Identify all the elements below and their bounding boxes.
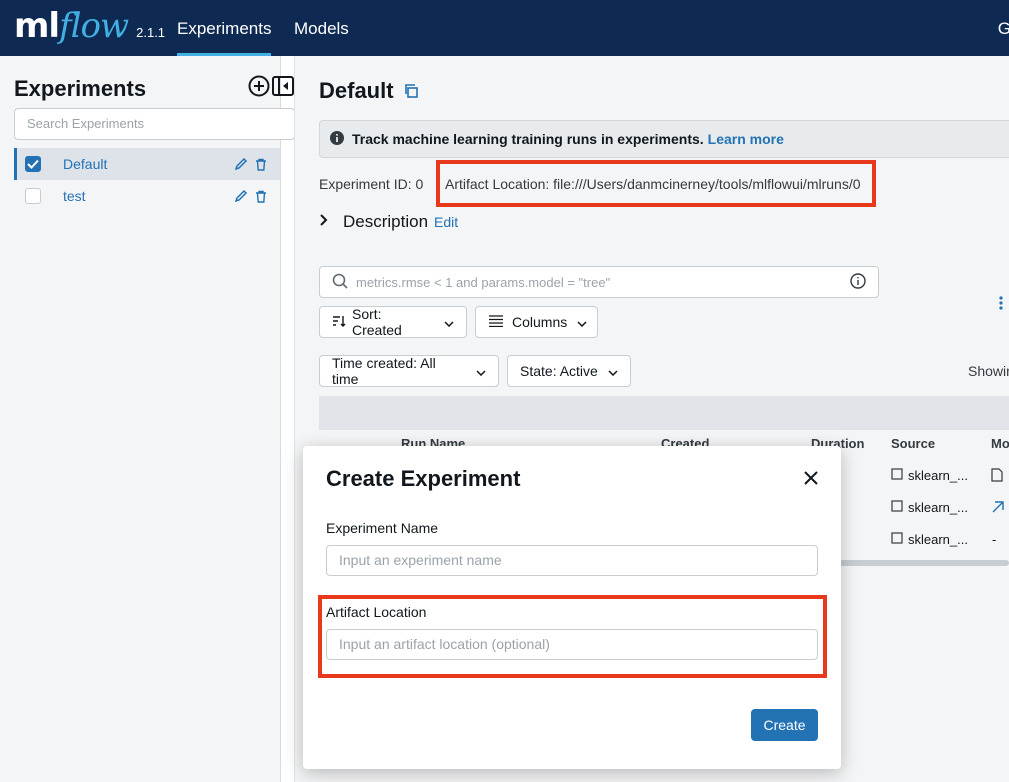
info-banner: Track machine learning training runs in …: [319, 120, 1009, 158]
nav-tab-models[interactable]: Models: [294, 0, 349, 56]
edit-pencil-icon[interactable]: [232, 187, 250, 205]
checkbox-checked[interactable]: [25, 156, 41, 172]
experiments-sidebar: Experiments Search Experiments Default t…: [0, 56, 295, 782]
run-source-cell[interactable]: sklearn_...: [891, 500, 968, 515]
filter-placeholder: metrics.rmse < 1 and params.model = "tre…: [356, 274, 611, 290]
column-header-source[interactable]: Source: [891, 436, 935, 451]
version-label: 2.1.1: [136, 25, 166, 40]
run-model-cell: -: [992, 532, 997, 547]
checkbox-unchecked[interactable]: [25, 188, 41, 204]
source-label: sklearn_...: [908, 532, 968, 547]
model-link-icon[interactable]: [991, 500, 1005, 514]
add-experiment-icon[interactable]: [248, 75, 270, 97]
artifact-location: Artifact Location: file:///Users/danmcin…: [445, 176, 861, 192]
search-icon: [332, 273, 348, 292]
create-experiment-modal: Create Experiment Experiment Name Input …: [303, 446, 841, 769]
columns-dropdown[interactable]: Columns: [475, 306, 598, 338]
chevron-down-icon: [577, 314, 587, 330]
experiment-id: Experiment ID: 0: [319, 176, 424, 192]
chevron-down-icon: [444, 314, 454, 330]
nav-tab-experiments[interactable]: Experiments: [177, 0, 272, 56]
chevron-down-icon: [608, 363, 618, 379]
modal-title: Create Experiment: [326, 466, 521, 491]
time-created-filter[interactable]: Time created: All time: [319, 355, 499, 387]
notebook-icon: [891, 532, 903, 547]
time-filter-label: Time created: All time: [332, 355, 436, 387]
page-title: Default: [319, 78, 394, 103]
chevron-right-icon[interactable]: [319, 213, 329, 232]
columns-label: Columns: [512, 314, 568, 330]
run-source-cell[interactable]: sklearn_...: [891, 468, 968, 483]
description-edit-link[interactable]: Edit: [434, 214, 458, 230]
mlflow-logo[interactable]: ml flow 2.1.1: [14, 6, 165, 50]
sidebar-item-label: Default: [63, 156, 108, 172]
table-group-header: [319, 396, 1009, 430]
artifact-location-label: Artifact Location: [326, 604, 427, 620]
copy-icon[interactable]: [403, 83, 419, 104]
model-icon[interactable]: [991, 468, 1003, 482]
banner-text: Track machine learning training runs in …: [352, 131, 704, 147]
nav-right-link[interactable]: G: [998, 0, 1009, 56]
artifact-location-input[interactable]: Input an artifact location (optional): [326, 629, 818, 660]
info-circle-icon[interactable]: [850, 272, 866, 292]
experiment-name-label: Experiment Name: [326, 520, 439, 536]
chevron-down-icon: [476, 363, 486, 379]
state-filter-label: State: Active: [520, 363, 598, 379]
run-source-cell[interactable]: sklearn_...: [891, 532, 968, 547]
description-label: Description: [343, 212, 429, 231]
source-label: sklearn_...: [908, 468, 968, 483]
edit-pencil-icon[interactable]: [232, 155, 250, 173]
close-icon[interactable]: [801, 468, 821, 488]
learn-more-link[interactable]: Learn more: [708, 131, 784, 147]
notebook-icon: [891, 468, 903, 483]
logo-ml-text: ml: [14, 6, 60, 46]
sidebar-title: Experiments: [14, 76, 147, 101]
sidebar-item-test[interactable]: test: [14, 180, 280, 212]
sidebar-item-label: test: [63, 188, 86, 204]
sidebar-item-default[interactable]: Default: [14, 148, 280, 180]
search-experiments-input[interactable]: Search Experiments: [14, 108, 295, 140]
columns-icon: [488, 314, 504, 330]
logo-flow-text: flow: [59, 6, 129, 46]
state-filter[interactable]: State: Active: [507, 355, 631, 387]
experiment-name-input[interactable]: Input an experiment name: [326, 545, 818, 576]
source-label: sklearn_...: [908, 500, 968, 515]
description-toggle[interactable]: Description Edit: [319, 212, 458, 232]
showing-count-text: Showin: [968, 363, 1009, 379]
trash-icon[interactable]: [252, 187, 270, 205]
sort-dropdown[interactable]: Sort: Created: [319, 306, 467, 338]
runs-filter-input[interactable]: metrics.rmse < 1 and params.model = "tre…: [319, 266, 879, 298]
sort-icon: [332, 314, 346, 331]
sort-label: Sort: Created: [352, 306, 402, 338]
more-options-icon[interactable]: [999, 296, 1003, 315]
info-icon: [330, 130, 344, 148]
create-button[interactable]: Create: [751, 709, 818, 741]
notebook-icon: [891, 500, 903, 515]
collapse-sidebar-icon[interactable]: [272, 75, 294, 97]
column-header-models[interactable]: Mo: [991, 436, 1009, 451]
trash-icon[interactable]: [252, 155, 270, 173]
top-nav-bar: ml flow 2.1.1 Experiments Models G: [0, 0, 1009, 56]
